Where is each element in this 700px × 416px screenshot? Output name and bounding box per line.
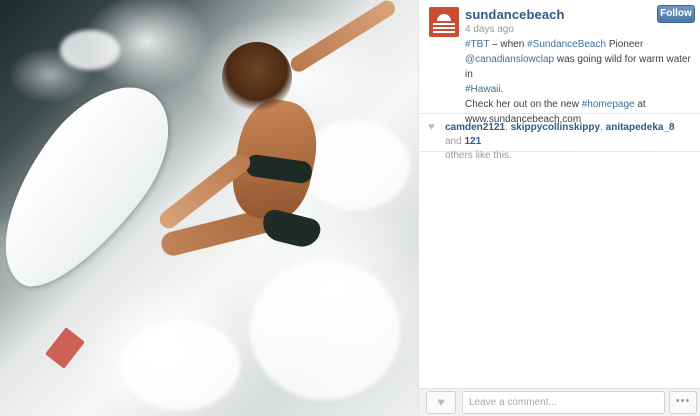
caption-text: Check her out on the new: [465, 99, 582, 110]
post-time: 4 days ago: [465, 24, 514, 35]
spray-decoration: [60, 30, 120, 70]
post-header: sundancebeach 4 days ago Follow #TBT – w…: [419, 0, 700, 125]
surfer-hair: [222, 42, 292, 112]
spray-decoration: [250, 260, 400, 400]
post-photo[interactable]: [0, 0, 418, 416]
sun-logo-icon: [437, 14, 451, 21]
logo-stripe: [433, 27, 455, 29]
post-sidebar: sundancebeach 4 days ago Follow #TBT – w…: [418, 0, 700, 416]
likes-summary: ♥ camden2121, skippycollinskippy, anitap…: [419, 114, 700, 161]
spray-decoration: [120, 320, 240, 410]
follow-button[interactable]: Follow: [657, 5, 695, 23]
logo-stripe: [433, 23, 455, 25]
comment-input[interactable]: [462, 391, 665, 414]
avatar[interactable]: [429, 7, 459, 37]
likes-suffix: others like this.: [445, 150, 512, 161]
mention-link[interactable]: @canadianslowclap: [465, 54, 554, 65]
hashtag-link[interactable]: #TBT: [465, 39, 489, 50]
more-options-button[interactable]: •••: [669, 391, 697, 414]
caption-text: – when: [489, 39, 528, 50]
hashtag-link[interactable]: #homepage: [582, 99, 635, 110]
surfer-bikini-bottom: [259, 207, 323, 251]
liker-link[interactable]: anitapedeka_8: [606, 122, 675, 133]
post-footer: ♥ •••: [419, 388, 700, 416]
comments-area: [419, 152, 700, 388]
hashtag-link[interactable]: #Hawaii: [465, 84, 501, 95]
like-button[interactable]: ♥: [426, 391, 456, 414]
caption-text: at: [634, 99, 646, 110]
surfboard: [0, 61, 197, 311]
likes-and: and: [445, 136, 465, 147]
username-link[interactable]: sundancebeach: [465, 7, 565, 22]
hashtag-link[interactable]: #SundanceBeach: [527, 39, 606, 50]
caption-text: .: [500, 84, 504, 95]
heart-icon: ♥: [437, 395, 445, 409]
logo-stripe: [433, 31, 455, 33]
caption-text: Pioneer: [606, 39, 644, 50]
liker-link[interactable]: skippycollinskippy: [511, 122, 600, 133]
surfer-arm: [287, 0, 399, 75]
heart-icon: ♥: [428, 121, 435, 133]
spray-decoration: [300, 120, 410, 210]
liker-link[interactable]: camden2121: [445, 122, 505, 133]
likes-count[interactable]: 121: [464, 136, 481, 147]
surfboard-logo: [45, 327, 85, 369]
